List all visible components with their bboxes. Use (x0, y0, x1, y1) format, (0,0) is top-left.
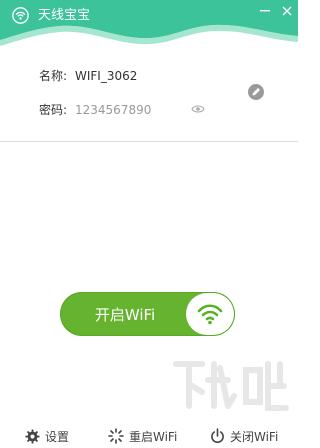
gear-icon (25, 428, 40, 444)
settings-label: 设置 (45, 429, 70, 444)
eye-icon[interactable] (191, 103, 205, 115)
minimize-button[interactable] (257, 4, 273, 18)
watermark-logo (173, 361, 289, 411)
power-icon (211, 428, 224, 443)
close-wifi-button[interactable]: 关闭WiFi (210, 427, 278, 445)
wifi-name-value[interactable]: WIFI_3062 (75, 68, 137, 84)
settings-button[interactable]: 设置 (25, 427, 69, 445)
app-logo-icon (12, 7, 29, 24)
close-wifi-label: 关闭WiFi (230, 429, 279, 444)
restart-icon (108, 428, 124, 444)
toggle-knob (186, 293, 234, 335)
edit-icon[interactable] (247, 83, 265, 101)
wifi-icon (197, 304, 223, 325)
minimize-icon (260, 10, 270, 12)
restart-wifi-button[interactable]: 重启WiFi (108, 427, 177, 445)
wifi-password-value[interactable]: 1234567890 (75, 102, 151, 118)
toggle-label: 开启WiFi (94, 305, 156, 324)
app-window: 天线宝宝 名称: WIFI_3062 密码: 1234567890 开启WiFi (0, 0, 298, 448)
close-button[interactable] (279, 4, 295, 18)
app-title: 天线宝宝 (38, 8, 91, 23)
footer-bar: 设置 重启WiFi 关闭WiFi (0, 423, 298, 448)
restart-wifi-label: 重启WiFi (129, 429, 178, 444)
wifi-toggle-button[interactable]: 开启WiFi (60, 292, 235, 336)
title-bar: 天线宝宝 (0, 0, 298, 48)
wifi-info-panel: 名称: WIFI_3062 密码: 1234567890 (0, 48, 298, 142)
close-icon (282, 6, 292, 16)
password-label: 密码: (39, 103, 68, 117)
name-label: 名称: (39, 69, 68, 83)
